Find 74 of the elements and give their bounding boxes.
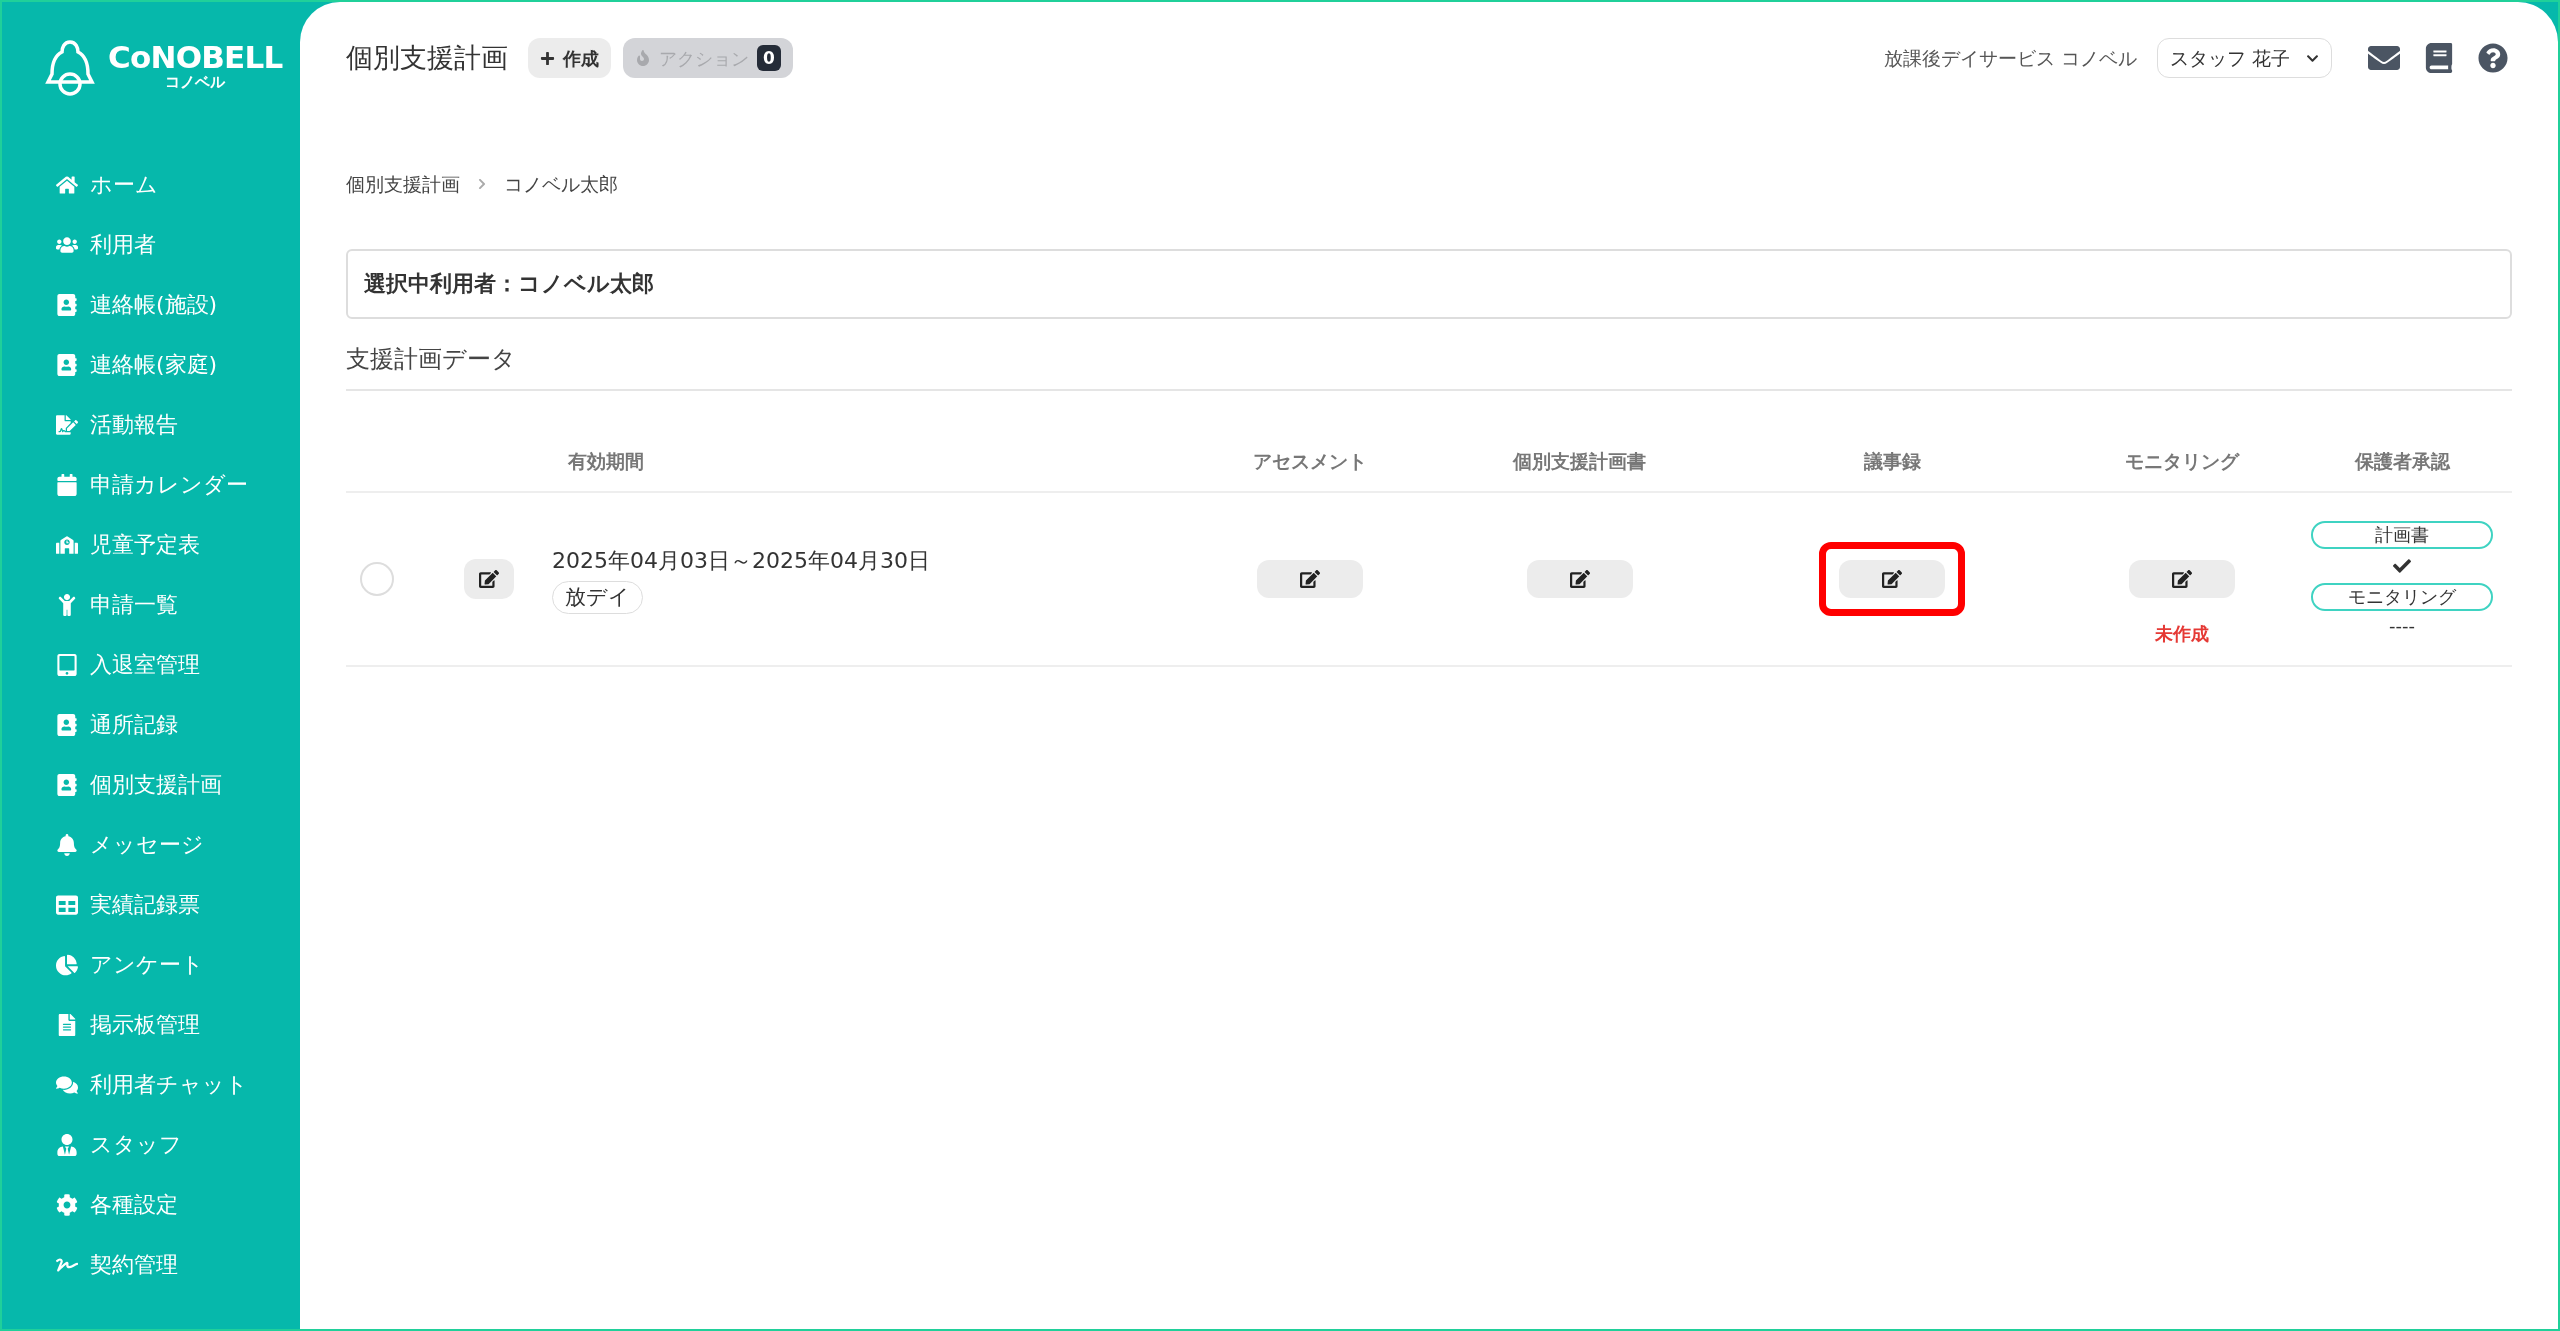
contact-book-icon (56, 713, 78, 736)
edit-button[interactable] (464, 559, 514, 599)
sidebar-item[interactable]: 利用者チャット (56, 1066, 300, 1103)
column-header: 保護者承認 (2353, 448, 2452, 474)
sidebar-item[interactable]: 連絡帳(家庭) (56, 346, 300, 383)
edit-button[interactable] (1526, 560, 1633, 598)
edit-button[interactable] (2129, 560, 2235, 598)
sidebar-item[interactable]: 通所記録 (56, 706, 300, 743)
facility-name: 放課後デイサービス コノベル (1883, 45, 2137, 71)
contact-book-icon (56, 353, 78, 376)
flame-icon (635, 50, 651, 66)
edit-button[interactable] (1839, 560, 1945, 598)
chevron-right-icon (476, 178, 488, 191)
column-header: 有効期間 (567, 448, 645, 474)
edit-icon (1569, 569, 1590, 589)
document-pen-icon (56, 413, 78, 436)
edit-icon (2172, 569, 2192, 589)
sidebar-item[interactable]: アンケート (56, 946, 300, 983)
logo-wordmark: CoNOBELL (108, 42, 283, 74)
sidebar-item[interactable]: 利用者 (56, 226, 300, 263)
sidebar-item[interactable]: 児童予定表 (56, 526, 300, 563)
selected-user-field: 選択中利用者：コノベル太郎 (346, 248, 2512, 319)
edit-icon (479, 569, 499, 589)
column-header: 個別支援計画書 (1511, 448, 1647, 474)
breadcrumb-current: コノベル太郎 (504, 172, 618, 197)
settings-icon (56, 1193, 78, 1216)
table-icon (56, 893, 78, 916)
count-badge: 0 (757, 45, 781, 71)
status-text: 未作成 (2155, 622, 2209, 646)
period-text: 2025年04月03日～2025年04月30日 (552, 546, 930, 575)
sidebar-item[interactable]: 掲示板管理 (56, 1006, 300, 1043)
approval-status: ---- (2389, 615, 2415, 637)
edit-button[interactable] (1256, 560, 1363, 598)
sidebar-item[interactable]: スタッフ (56, 1126, 300, 1163)
row-checkbox[interactable] (360, 562, 394, 596)
sidebar-item[interactable]: メッセージ (56, 826, 300, 863)
bell-icon (56, 833, 78, 856)
plus-icon (540, 50, 555, 66)
child-icon (56, 593, 78, 616)
calendar-icon (56, 473, 78, 496)
approval-tag: モニタリング (2311, 583, 2493, 611)
contact-book-icon (56, 773, 78, 796)
sidebar-item[interactable]: 連絡帳(施設) (56, 286, 300, 323)
staff-select[interactable]: スタッフ 花子 (2156, 38, 2332, 78)
sidebar-item[interactable]: 申請一覧 (56, 586, 300, 623)
breadcrumb-link[interactable]: 個別支援計画 (346, 170, 460, 199)
edit-icon (1882, 569, 1902, 589)
pie-chart-icon (56, 953, 78, 976)
sidebar-item[interactable]: 契約管理 (56, 1246, 300, 1283)
sidebar-item[interactable]: 個別支援計画 (56, 766, 300, 803)
help-icon[interactable] (2478, 43, 2508, 73)
document-icon (56, 1013, 78, 1036)
page-title: 個別支援計画 (346, 40, 508, 75)
bell-mascot-icon (44, 38, 96, 96)
sidebar-item[interactable]: 実績記録票 (56, 886, 300, 923)
edit-icon (1299, 569, 1320, 589)
column-header: アセスメント (1251, 448, 1368, 474)
logo-subtitle: コノベル (165, 73, 226, 92)
create-button[interactable]: 作成 (528, 38, 611, 78)
sidebar-item[interactable]: 入退室管理 (56, 646, 300, 683)
approval-tag: 計画書 (2311, 521, 2493, 549)
tablet-icon (56, 653, 78, 676)
book-icon[interactable] (2424, 43, 2454, 73)
person-icon (56, 1133, 78, 1156)
column-header: モニタリング (2124, 448, 2241, 474)
home-icon (56, 173, 78, 196)
sidebar-item[interactable]: ホーム (56, 166, 300, 203)
column-header: 議事録 (1862, 448, 1922, 474)
school-icon (56, 533, 78, 556)
sidebar-item[interactable]: 活動報告 (56, 406, 300, 443)
section-title: 支援計画データ (346, 340, 2512, 391)
contact-book-icon (56, 293, 78, 316)
sidebar-item[interactable]: 各種設定 (56, 1186, 300, 1223)
sidebar-item[interactable]: 申請カレンダー (56, 466, 300, 503)
